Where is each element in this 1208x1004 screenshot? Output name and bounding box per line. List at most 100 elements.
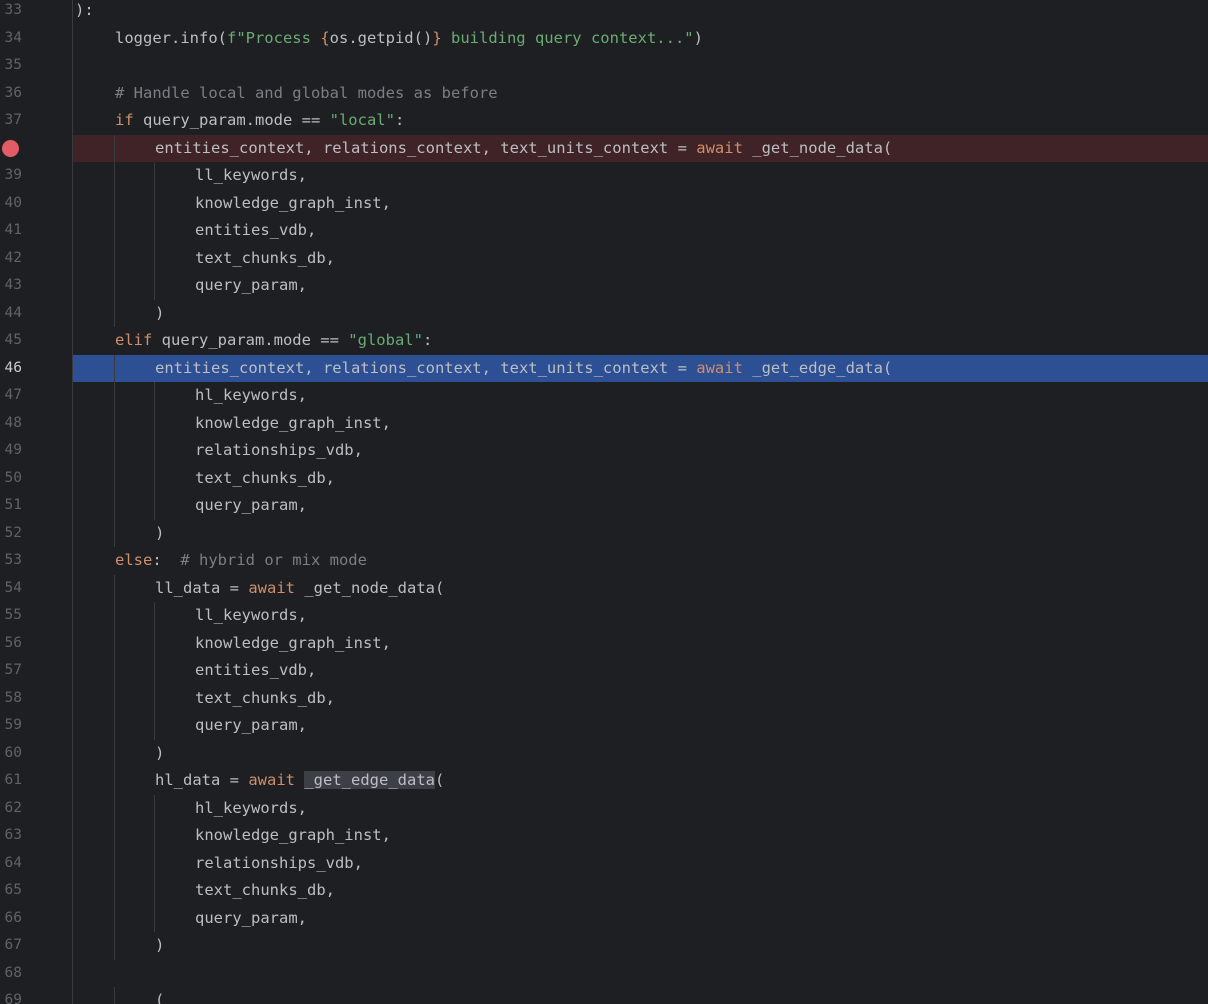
code-line[interactable]: 36 # Handle local and global modes as bef… xyxy=(0,80,1208,108)
line-number[interactable]: 36 xyxy=(0,80,22,108)
code-line[interactable]: 37 if query_param.mode == "local": xyxy=(0,107,1208,135)
indent-guide xyxy=(114,849,115,877)
code-line[interactable]: 63 knowledge_graph_inst, xyxy=(0,822,1208,850)
code-line[interactable]: 58 text_chunks_db, xyxy=(0,684,1208,713)
code-line[interactable]: 55 ll_keywords, xyxy=(0,602,1208,630)
line-number[interactable]: 46 xyxy=(0,355,22,383)
code-line[interactable]: 53 else: # hybrid or mix mode xyxy=(0,547,1208,575)
code-line[interactable]: 60) xyxy=(0,739,1208,768)
line-number[interactable]: 62 xyxy=(0,795,22,823)
code-line[interactable]: 62 hl_keywords, xyxy=(0,794,1208,823)
code-line[interactable]: 61 hl_data = await _get_edge_data( xyxy=(0,767,1208,795)
code-line[interactable]: 42 text_chunks_db, xyxy=(0,244,1208,273)
line-background xyxy=(73,0,1208,25)
code-token: ): xyxy=(75,1,94,19)
code-line[interactable]: 41 entities_vdb, xyxy=(0,217,1208,245)
code-line[interactable]: 52) xyxy=(0,519,1208,548)
code-editor[interactable]: 33): 34 logger.info(f"Process {os.getpid()… xyxy=(0,0,1208,1004)
line-number[interactable]: 45 xyxy=(0,327,22,355)
code-line[interactable]: 66 query_param, xyxy=(0,904,1208,933)
line-number[interactable]: 67 xyxy=(0,932,22,960)
line-number[interactable]: 60 xyxy=(0,740,22,768)
line-number[interactable]: 64 xyxy=(0,850,22,878)
code-text: text_chunks_db, xyxy=(195,685,335,713)
line-number[interactable]: 55 xyxy=(0,602,22,630)
code-line[interactable]: 68 xyxy=(0,960,1208,988)
line-number[interactable]: 61 xyxy=(0,767,22,795)
line-number[interactable]: 35 xyxy=(0,52,22,80)
code-line[interactable]: 44) xyxy=(0,299,1208,328)
line-number[interactable]: 39 xyxy=(0,162,22,190)
code-text: knowledge_graph_inst, xyxy=(195,630,391,658)
line-number[interactable]: 57 xyxy=(0,657,22,685)
line-number[interactable]: 41 xyxy=(0,217,22,245)
code-line[interactable]: 54 ll_data = await _get_node_data( xyxy=(0,574,1208,603)
line-number[interactable]: 54 xyxy=(0,575,22,603)
line-number[interactable]: 59 xyxy=(0,712,22,740)
indent-guide xyxy=(114,437,115,465)
line-number[interactable]: 63 xyxy=(0,822,22,850)
line-number[interactable]: 33 xyxy=(0,0,22,25)
code-token: query_param, xyxy=(195,908,307,927)
indent-guide xyxy=(114,877,115,905)
code-line[interactable]: 65 text_chunks_db, xyxy=(0,877,1208,905)
code-line[interactable]: 46 entities_context, relations_context, t… xyxy=(0,354,1208,383)
code-text: hl_data = await _get_edge_data( xyxy=(155,767,444,795)
code-line[interactable]: 50 text_chunks_db, xyxy=(0,464,1208,493)
code-line[interactable]: 39 ll_keywords, xyxy=(0,162,1208,190)
code-line[interactable]: 33): xyxy=(0,0,1208,25)
indent-guide xyxy=(114,987,115,1004)
line-number[interactable]: 52 xyxy=(0,520,22,548)
code-token: ) xyxy=(693,28,703,47)
line-number[interactable]: 44 xyxy=(0,300,22,328)
code-token: text_chunks_db, xyxy=(195,248,335,267)
line-number[interactable]: 50 xyxy=(0,465,22,493)
code-line[interactable]: 67) xyxy=(0,932,1208,960)
code-token: await xyxy=(248,771,295,789)
code-line[interactable]: 40 knowledge_graph_inst, xyxy=(0,189,1208,218)
code-token: ) xyxy=(155,936,165,954)
code-line[interactable]: 34 logger.info(f"Process {os.getpid()} bu… xyxy=(0,25,1208,53)
line-number[interactable]: 43 xyxy=(0,272,22,300)
code-text: entities_context, relations_context, tex… xyxy=(155,355,892,383)
code-token: os.getpid() xyxy=(329,28,433,47)
code-line[interactable]: 49 relationships_vdb, xyxy=(0,437,1208,465)
code-line[interactable]: 51 query_param, xyxy=(0,492,1208,520)
code-line[interactable]: 59 query_param, xyxy=(0,712,1208,740)
code-token: knowledge_graph_inst, xyxy=(195,826,391,844)
line-number[interactable]: 47 xyxy=(0,382,22,410)
code-line[interactable]: 69 ( xyxy=(0,987,1208,1004)
line-number[interactable]: 68 xyxy=(0,960,22,988)
code-line[interactable]: 47 hl_keywords, xyxy=(0,382,1208,410)
code-line[interactable]: 56 knowledge_graph_inst, xyxy=(0,629,1208,658)
line-number[interactable]: 69 xyxy=(0,987,22,1004)
code-line[interactable]: 57 entities_vdb, xyxy=(0,657,1208,685)
line-number[interactable]: 48 xyxy=(0,410,22,438)
code-text: entities_vdb, xyxy=(195,657,316,685)
indent-guide xyxy=(114,739,115,767)
line-number[interactable]: 65 xyxy=(0,877,22,905)
line-number[interactable]: 51 xyxy=(0,492,22,520)
code-line[interactable]: 35 xyxy=(0,52,1208,80)
line-number[interactable]: 53 xyxy=(0,547,22,575)
line-number[interactable]: 42 xyxy=(0,245,22,273)
code-line[interactable]: 48 knowledge_graph_inst, xyxy=(0,409,1208,438)
line-number[interactable]: 56 xyxy=(0,630,22,658)
breakpoint-icon[interactable] xyxy=(2,140,19,157)
code-line[interactable]: 45 elif query_param.mode == "global": xyxy=(0,327,1208,355)
code-line[interactable]: 38entities_context, relations_context, t… xyxy=(0,134,1208,162)
code-line[interactable]: 64 relationships_vdb, xyxy=(0,849,1208,878)
indent-guide xyxy=(154,657,155,685)
line-number[interactable]: 66 xyxy=(0,905,22,933)
code-text: query_param, xyxy=(195,712,307,740)
line-number[interactable]: 37 xyxy=(0,107,22,135)
line-number[interactable]: 58 xyxy=(0,685,22,713)
line-number[interactable]: 49 xyxy=(0,437,22,465)
indent-guide xyxy=(154,382,155,410)
line-number[interactable]: 40 xyxy=(0,190,22,218)
line-number[interactable]: 34 xyxy=(0,25,22,53)
code-line[interactable]: 43 query_param, xyxy=(0,272,1208,300)
code-token: query_param.mode == xyxy=(133,111,330,129)
line-background xyxy=(73,52,1208,80)
